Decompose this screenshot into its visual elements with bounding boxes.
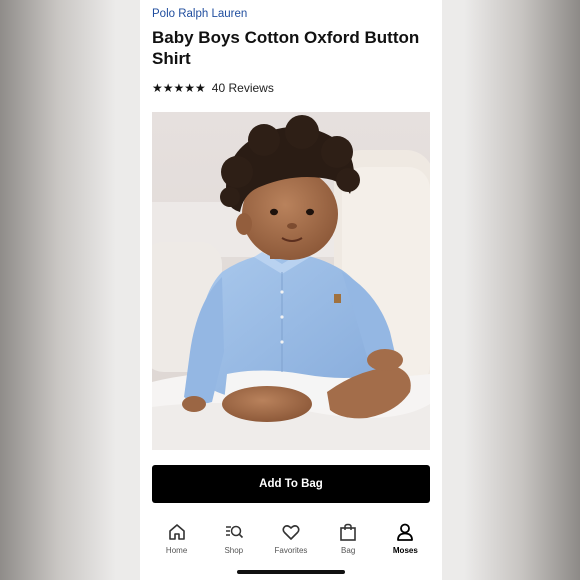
app-screen: Polo Ralph Lauren Baby Boys Cotton Oxfor… [140,0,442,580]
bag-icon [340,523,356,541]
tab-bag[interactable]: Bag [320,518,376,562]
search-list-icon [225,525,243,539]
heart-icon [282,525,300,540]
home-icon [168,524,185,540]
product-photo-illustration [152,112,430,450]
star-rating: ★★★★★ [152,81,206,95]
tab-label: Favorites [274,546,308,555]
tab-favorites[interactable]: Favorites [263,518,319,562]
add-to-bag-button[interactable]: Add To Bag [152,465,430,503]
reviews-count[interactable]: 40 Reviews [212,81,274,95]
person-icon [397,523,414,541]
tab-home[interactable]: Home [149,518,205,562]
home-indicator[interactable] [237,570,345,574]
tab-account[interactable]: Moses [377,518,433,562]
product-image[interactable] [152,112,430,450]
tab-label: Bag [341,546,356,555]
tab-label: Home [165,546,188,555]
brand-link[interactable]: Polo Ralph Lauren [152,8,247,20]
tab-label: Moses [392,546,418,555]
bottom-tab-bar: Home Shop Favorites Bag Moses [140,518,442,562]
product-title: Baby Boys Cotton Oxford Button Shirt [152,28,420,68]
rating-row[interactable]: ★★★★★ 40 Reviews [152,80,274,96]
tab-label: Shop [224,546,244,555]
tab-shop[interactable]: Shop [206,518,262,562]
